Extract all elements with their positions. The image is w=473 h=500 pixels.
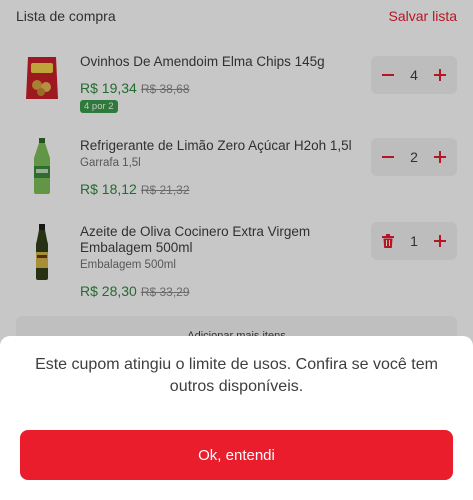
coupon-limit-dialog: Este cupom atingiu o limite de usos. Con… xyxy=(0,336,473,500)
dialog-message: Este cupom atingiu o limite de usos. Con… xyxy=(35,356,438,395)
ok-button[interactable]: Ok, entendi xyxy=(20,430,453,480)
